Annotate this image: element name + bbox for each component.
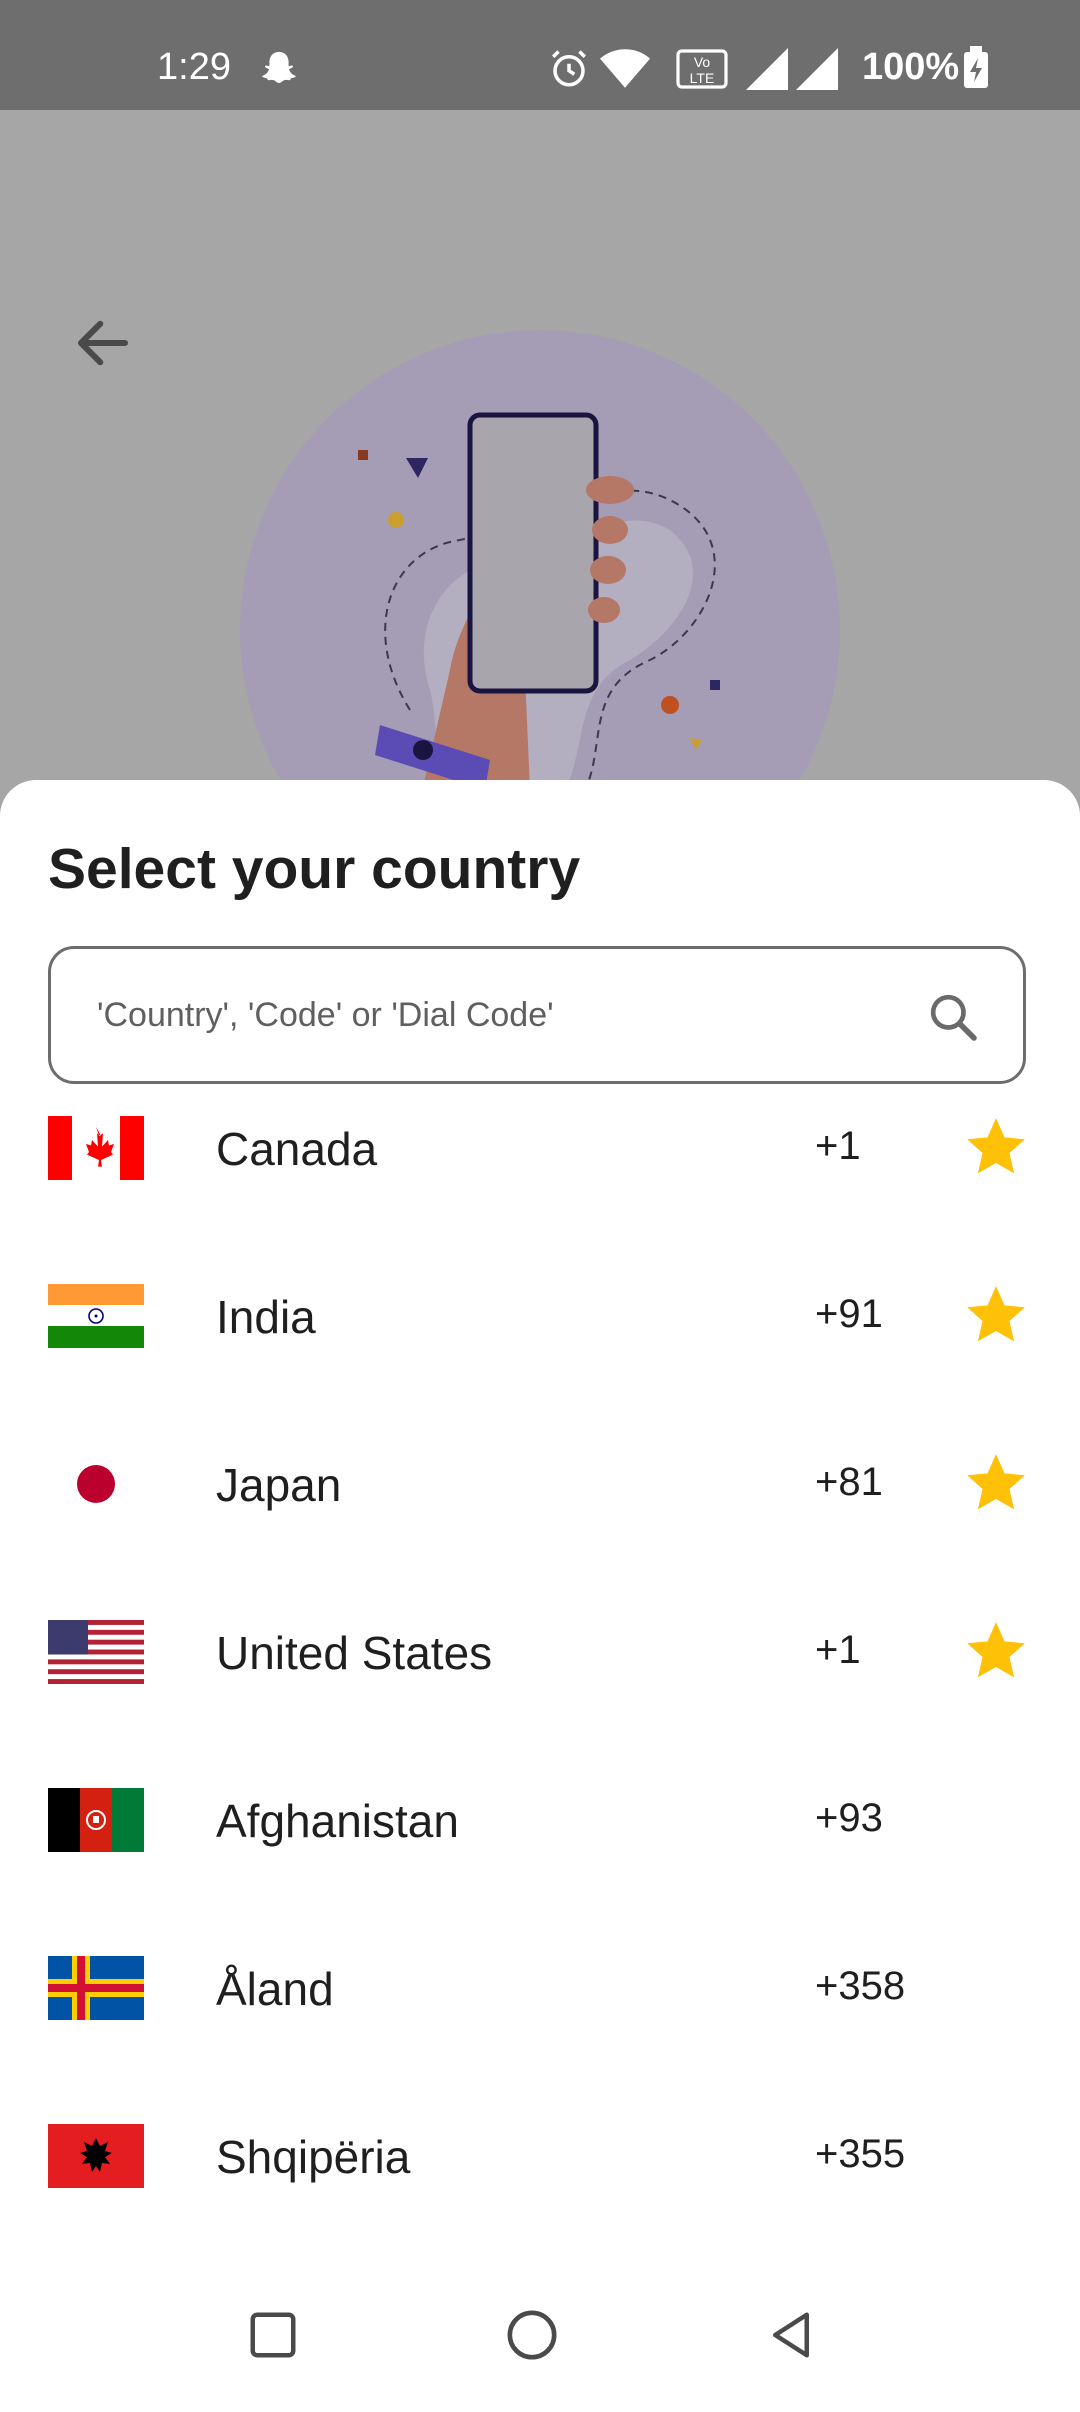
- country-name: Shqipëria: [216, 2131, 411, 2183]
- country-name: India: [216, 1291, 316, 1343]
- flag-japan-icon: [48, 1452, 144, 1516]
- status-time: 1:29: [157, 46, 231, 88]
- flag-aland-icon: [48, 1956, 144, 2020]
- wifi-icon: [600, 49, 650, 88]
- dial-code: +1: [815, 1124, 861, 1168]
- snapchat-icon: [262, 51, 296, 83]
- flag-afghanistan-icon: [48, 1788, 144, 1852]
- dial-code: +1: [815, 1628, 861, 1672]
- svg-text:Vo: Vo: [694, 54, 711, 70]
- home-button[interactable]: [482, 2290, 582, 2380]
- search-icon[interactable]: [925, 989, 981, 1045]
- square-icon: [250, 2312, 296, 2358]
- back-button[interactable]: [60, 300, 146, 386]
- circle-icon: [507, 2310, 557, 2360]
- star-icon[interactable]: [962, 1618, 1030, 1684]
- dial-code: +91: [815, 1292, 883, 1336]
- flag-canada-icon: [48, 1116, 144, 1180]
- svg-text:LTE: LTE: [690, 70, 715, 86]
- country-name: Åland: [216, 1963, 334, 2015]
- star-icon[interactable]: [962, 1114, 1030, 1180]
- country-name: Afghanistan: [216, 1795, 459, 1847]
- status-bar: 1:29 Vo LTE 100%: [0, 0, 1080, 110]
- country-row-canada[interactable]: Canada +1: [0, 1110, 1080, 1278]
- country-name: Canada: [216, 1123, 378, 1175]
- arrow-back-icon: [77, 320, 129, 366]
- country-row-india[interactable]: India +91: [0, 1278, 1080, 1446]
- navigation-bar: [0, 2260, 1080, 2412]
- star-icon[interactable]: [962, 1450, 1030, 1516]
- country-row-japan[interactable]: Japan +81: [0, 1446, 1080, 1614]
- flag-united-states-icon: [48, 1620, 144, 1684]
- dial-code: +355: [815, 2132, 906, 2176]
- phone-illustration: [240, 330, 840, 850]
- recents-button[interactable]: [223, 2290, 323, 2380]
- search-input[interactable]: [95, 994, 919, 1036]
- battery-charging-icon: [964, 46, 988, 88]
- nav-back-button[interactable]: [741, 2290, 841, 2380]
- star-icon[interactable]: [962, 1282, 1030, 1348]
- search-box[interactable]: [48, 946, 1026, 1084]
- flag-albania-icon: [48, 2124, 144, 2188]
- country-picker-sheet: Select your country Canada +1: [0, 780, 1080, 2412]
- signal-icon: [796, 48, 838, 90]
- country-name: United States: [216, 1627, 493, 1679]
- flag-india-icon: [48, 1284, 144, 1348]
- country-row-afghanistan[interactable]: Afghanistan +93: [0, 1782, 1080, 1950]
- sheet-title: Select your country: [48, 837, 581, 901]
- alarm-icon: [552, 50, 586, 87]
- dial-code: +81: [815, 1460, 883, 1504]
- dial-code: +93: [815, 1796, 883, 1840]
- triangle-back-icon: [773, 2312, 809, 2358]
- signal-icon: [746, 48, 788, 90]
- country-row-aland[interactable]: Åland +358: [0, 1950, 1080, 2118]
- battery-percentage: 100%: [862, 46, 960, 88]
- country-row-united-states[interactable]: United States +1: [0, 1614, 1080, 1782]
- country-name: Japan: [216, 1459, 342, 1511]
- volte-icon: Vo LTE: [676, 49, 728, 89]
- dial-code: +358: [815, 1964, 906, 2008]
